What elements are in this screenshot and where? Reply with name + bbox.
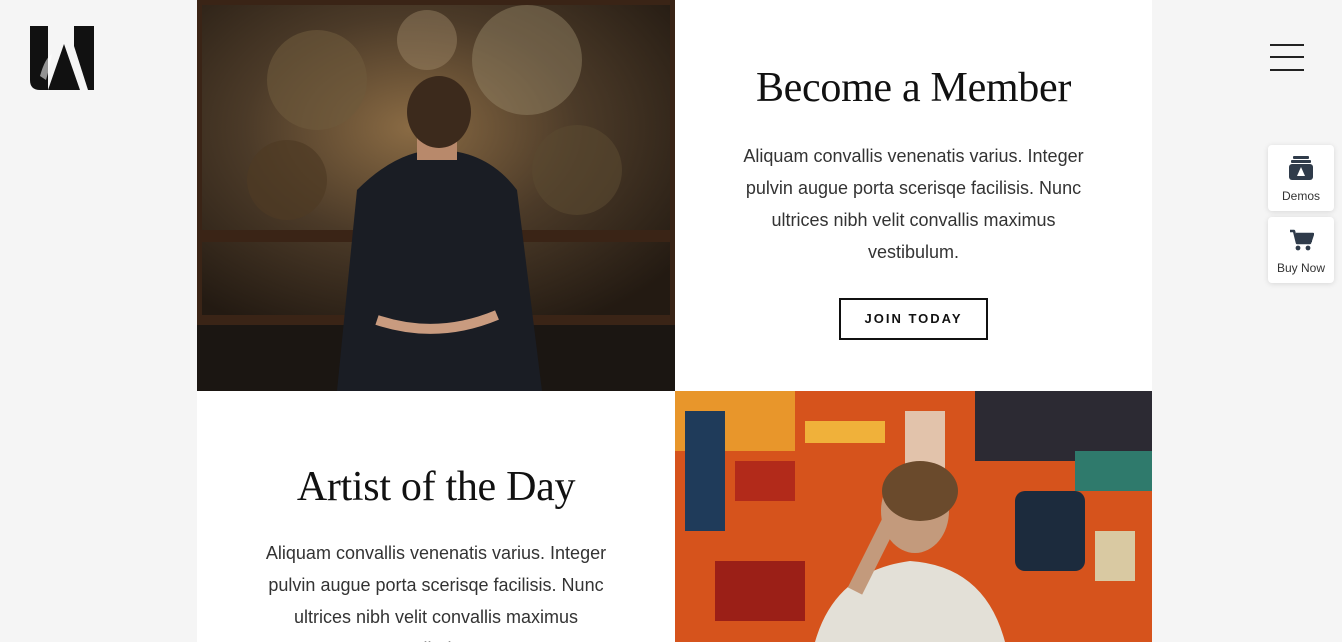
demos-label: Demos [1281, 189, 1320, 203]
gallery-visitor-image [197, 0, 675, 391]
member-description: Aliquam convallis venenatis varius. Inte… [743, 146, 1084, 262]
menu-line-icon [1270, 44, 1304, 46]
member-section: Become a Member Aliquam convallis venena… [675, 0, 1152, 391]
graffiti-artist-image [675, 391, 1152, 642]
join-today-button[interactable]: JOIN TODAY [839, 298, 988, 340]
menu-line-icon [1270, 69, 1304, 71]
buy-now-button[interactable]: Buy Now [1268, 217, 1334, 283]
menu-line-icon [1270, 56, 1304, 58]
hamburger-menu-button[interactable] [1270, 44, 1304, 72]
buy-now-label: Buy Now [1276, 261, 1326, 275]
logo[interactable] [30, 26, 94, 90]
shopping-cart-icon [1290, 229, 1314, 251]
member-title: Become a Member [755, 65, 1072, 111]
demos-stack-icon [1289, 156, 1313, 180]
artist-title: Artist of the Day [296, 464, 576, 510]
content-grid: Become a Member Aliquam convallis venena… [197, 0, 1152, 642]
artist-description: Aliquam convallis venenatis varius. Inte… [265, 543, 607, 642]
demos-button[interactable]: Demos [1268, 145, 1334, 211]
artist-section: Artist of the Day Aliquam convallis vene… [197, 391, 675, 642]
